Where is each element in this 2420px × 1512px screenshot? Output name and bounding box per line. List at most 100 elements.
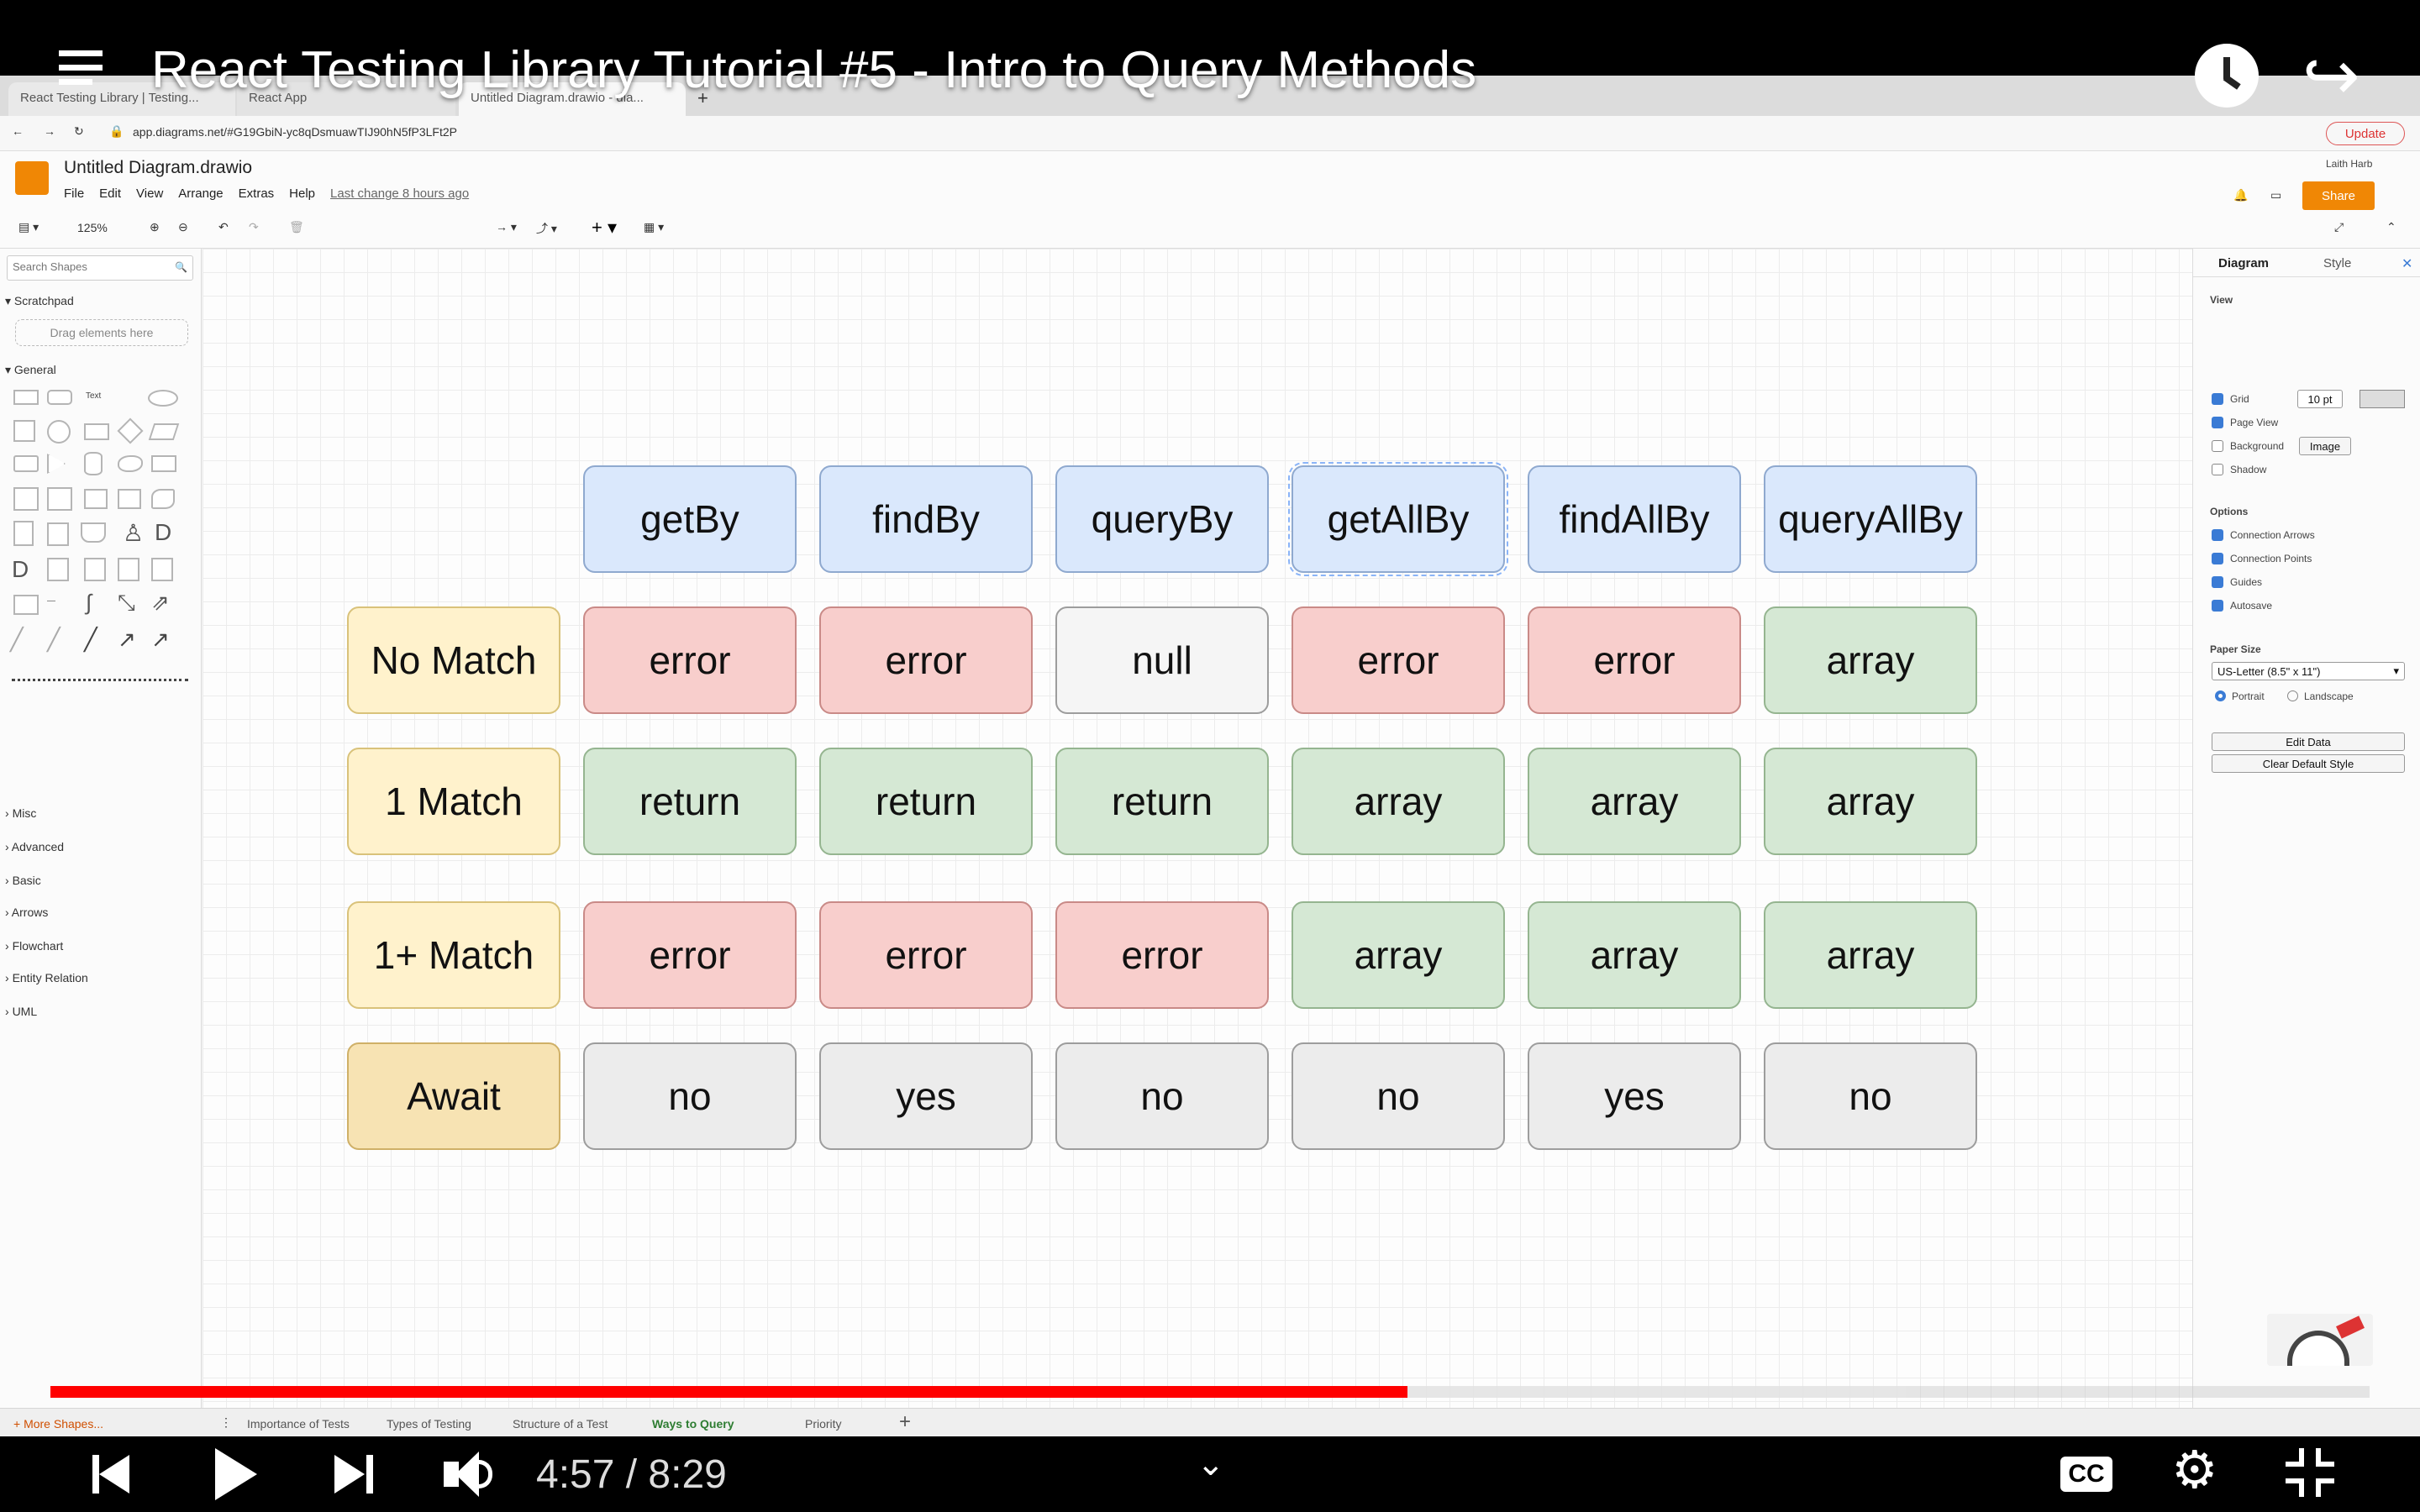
more-shapes-link[interactable]: + More Shapes... bbox=[13, 1417, 103, 1431]
share-button[interactable]: Share bbox=[2302, 181, 2375, 210]
user-name[interactable]: Laith Harb bbox=[2326, 158, 2372, 170]
column-header-getallby[interactable]: getAllBy bbox=[1288, 462, 1508, 576]
table-cell[interactable]: error bbox=[583, 901, 797, 1009]
waypoint-icon[interactable]: ⤴ ▾ bbox=[536, 220, 557, 237]
and-shape[interactable]: D bbox=[12, 556, 29, 583]
parallelogram-shape[interactable] bbox=[148, 423, 180, 440]
rounded-rectangle-shape[interactable] bbox=[47, 390, 72, 405]
page-tab[interactable]: Structure of a Test bbox=[513, 1417, 608, 1431]
portrait-radio[interactable] bbox=[2215, 690, 2226, 701]
note-shape[interactable] bbox=[13, 521, 34, 546]
comment-icon[interactable]: ▭ bbox=[2270, 188, 2281, 202]
format-panel-icon[interactable]: ▤ ▾ bbox=[18, 220, 39, 234]
tab-diagram[interactable]: Diagram bbox=[2218, 256, 2269, 270]
table-cell[interactable]: array bbox=[1528, 748, 1741, 855]
connection-points-checkbox[interactable] bbox=[2212, 553, 2223, 564]
dotted-line-icon[interactable]: ╱ bbox=[47, 627, 60, 653]
table-cell[interactable]: error bbox=[1055, 901, 1269, 1009]
back-icon[interactable]: ← bbox=[12, 124, 24, 138]
column-header-queryallby[interactable]: queryAllBy bbox=[1764, 465, 1977, 573]
page-tab[interactable]: Priority bbox=[805, 1417, 842, 1431]
dashed-line-icon[interactable]: ╱ bbox=[10, 627, 24, 653]
video-title[interactable]: React Testing Library Tutorial #5 - Intr… bbox=[151, 40, 1476, 100]
list-item-shape[interactable]: — bbox=[47, 596, 55, 606]
menu-extras[interactable]: Extras bbox=[239, 186, 275, 201]
frame-shape[interactable] bbox=[118, 558, 139, 581]
category-uml[interactable]: › UML bbox=[5, 1005, 37, 1018]
previous-icon[interactable] bbox=[92, 1455, 99, 1494]
settings-gear-icon[interactable]: ⚙ bbox=[2171, 1445, 2218, 1497]
grid-size-input[interactable]: 10 pt bbox=[2297, 390, 2343, 408]
triangle-shape[interactable] bbox=[47, 454, 66, 474]
category-basic[interactable]: › Basic bbox=[5, 874, 41, 887]
table-cell[interactable]: array bbox=[1764, 748, 1977, 855]
connector-styles[interactable] bbox=[12, 679, 188, 681]
curve-shape[interactable]: ∫ bbox=[86, 590, 92, 616]
table-cell[interactable]: error bbox=[1528, 606, 1741, 714]
insert-icon[interactable]: + ▾ bbox=[592, 217, 617, 239]
table-cell[interactable]: no bbox=[583, 1042, 797, 1150]
zoom-in-icon[interactable]: ⊕ bbox=[150, 220, 160, 234]
diamond-shape[interactable] bbox=[117, 417, 144, 444]
exit-fullscreen-icon[interactable] bbox=[2286, 1448, 2334, 1497]
tab-style[interactable]: Style bbox=[2323, 256, 2351, 270]
notification-icon[interactable]: 🔔 bbox=[2233, 188, 2248, 202]
row-label[interactable]: 1 Match bbox=[347, 748, 560, 855]
page-shape[interactable] bbox=[151, 558, 173, 581]
next-icon[interactable] bbox=[334, 1455, 365, 1494]
table-cell[interactable]: array bbox=[1528, 901, 1741, 1009]
tape-shape[interactable] bbox=[151, 489, 175, 509]
document-shape[interactable] bbox=[47, 522, 69, 546]
volume-cone-icon[interactable] bbox=[455, 1452, 479, 1497]
collapse-icon[interactable]: ⌃ bbox=[2386, 220, 2396, 234]
page-tab[interactable]: Types of Testing bbox=[387, 1417, 471, 1431]
connection-arrows-checkbox[interactable] bbox=[2212, 529, 2223, 541]
page-tab[interactable]: Importance of Tests bbox=[247, 1417, 350, 1431]
table-cell[interactable]: array bbox=[1764, 606, 1977, 714]
category-entity-relation[interactable]: › Entity Relation bbox=[5, 971, 88, 984]
callout-shape[interactable] bbox=[151, 455, 176, 472]
menu-edit[interactable]: Edit bbox=[99, 186, 121, 201]
add-page-icon[interactable]: + bbox=[899, 1410, 911, 1434]
channel-watermark[interactable] bbox=[2267, 1314, 2373, 1366]
update-button[interactable]: Update bbox=[2326, 122, 2405, 145]
menu-help[interactable]: Help bbox=[289, 186, 315, 201]
text-shape[interactable]: Text bbox=[86, 391, 101, 401]
directional-connector-icon[interactable]: ↗ bbox=[151, 627, 170, 653]
table-cell[interactable]: error bbox=[819, 606, 1033, 714]
search-shapes-box[interactable]: 🔍 bbox=[7, 255, 193, 281]
share-arrow-icon[interactable]: ↪ bbox=[2302, 42, 2360, 111]
table-cell[interactable]: array bbox=[1292, 901, 1505, 1009]
container-shape[interactable] bbox=[13, 487, 39, 511]
diagram-canvas[interactable]: getBy findBy queryBy getAllBy findAllBy query… bbox=[203, 249, 2192, 1408]
card-shape[interactable] bbox=[47, 487, 72, 511]
grid-checkbox[interactable] bbox=[2212, 393, 2223, 405]
table-cell[interactable]: array bbox=[1292, 748, 1505, 855]
close-icon[interactable]: ✕ bbox=[2402, 255, 2412, 272]
autosave-checkbox[interactable] bbox=[2212, 600, 2223, 612]
page-view-checkbox[interactable] bbox=[2212, 417, 2223, 428]
delete-icon[interactable]: 🗑 bbox=[289, 220, 304, 234]
category-flowchart[interactable]: › Flowchart bbox=[5, 939, 63, 953]
ellipse-shape[interactable] bbox=[148, 390, 178, 407]
shadow-checkbox[interactable] bbox=[2212, 464, 2223, 475]
table-cell[interactable]: no bbox=[1292, 1042, 1505, 1150]
landscape-radio[interactable] bbox=[2287, 690, 2298, 701]
hexagon-shape[interactable] bbox=[13, 455, 39, 472]
clear-default-style-button[interactable]: Clear Default Style bbox=[2212, 754, 2405, 773]
cylinder-shape[interactable] bbox=[84, 452, 103, 475]
category-advanced[interactable]: › Advanced bbox=[5, 840, 64, 853]
row-label[interactable]: Await bbox=[347, 1042, 560, 1150]
edit-data-button[interactable]: Edit Data bbox=[2212, 732, 2405, 751]
previous-triangle-icon[interactable] bbox=[99, 1455, 129, 1494]
column-header-findby[interactable]: findBy bbox=[819, 465, 1033, 573]
bidirectional-arrow-icon[interactable]: ⤡ bbox=[118, 590, 135, 617]
table-cell[interactable]: yes bbox=[819, 1042, 1033, 1150]
table-cell[interactable]: array bbox=[1764, 901, 1977, 1009]
captions-icon[interactable]: CC bbox=[2060, 1457, 2112, 1492]
step-shape[interactable] bbox=[84, 489, 108, 509]
search-shapes-input[interactable] bbox=[13, 260, 164, 273]
last-change-link[interactable]: Last change 8 hours ago bbox=[330, 186, 469, 201]
table-cell[interactable]: null bbox=[1055, 606, 1269, 714]
rectangle-shape[interactable] bbox=[13, 390, 39, 405]
